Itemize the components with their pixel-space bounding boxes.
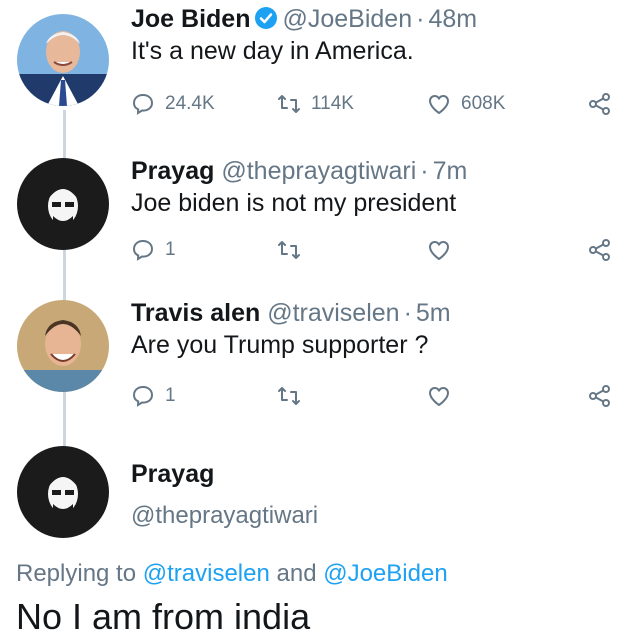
tweet-prayag: Prayag @theprayagtiwari · 7m Joe biden is … bbox=[131, 156, 630, 218]
reply-count: 1 bbox=[165, 385, 176, 406]
tweet-actions: 1 bbox=[131, 238, 622, 266]
author-name[interactable]: Prayag bbox=[131, 157, 214, 185]
share-button[interactable] bbox=[588, 238, 622, 262]
share-button[interactable] bbox=[588, 384, 622, 408]
heart-icon bbox=[429, 95, 449, 114]
retweet-button[interactable]: 114K bbox=[277, 92, 354, 116]
mention-traviselen[interactable]: @traviselen bbox=[143, 560, 270, 587]
tweet-text: Are you Trump supporter ? bbox=[131, 331, 429, 359]
tweet-joe-biden: Joe Biden @JoeBiden · 48m It's a new day in… bbox=[131, 4, 630, 66]
avatar-travis-alen[interactable] bbox=[17, 300, 109, 392]
tweet-header: Prayag @theprayagtiwari · 7m bbox=[131, 156, 630, 186]
avatar-joe-biden[interactable] bbox=[17, 14, 109, 106]
reply-icon bbox=[132, 239, 154, 261]
tweet-text: It's a new day in America. bbox=[131, 37, 414, 65]
avatar-prayag-reply[interactable] bbox=[17, 446, 109, 538]
author-handle[interactable]: @traviselen bbox=[267, 299, 399, 327]
avatar-prayag[interactable] bbox=[17, 158, 109, 250]
tweet-header: Joe Biden @JoeBiden · 48m bbox=[131, 4, 630, 34]
reply-count: 24.4K bbox=[165, 93, 215, 114]
tweet-time[interactable]: 5m bbox=[416, 299, 451, 327]
tweet-text: Joe biden is not my president bbox=[131, 189, 457, 217]
like-button[interactable] bbox=[427, 384, 461, 408]
tweet-time[interactable]: 48m bbox=[428, 5, 477, 33]
like-button[interactable] bbox=[427, 238, 461, 262]
reply-button[interactable]: 24.4K bbox=[131, 92, 215, 116]
retweet-count: 114K bbox=[311, 93, 354, 114]
replying-and: and bbox=[276, 560, 317, 587]
tweet-time[interactable]: 7m bbox=[433, 157, 468, 185]
heart-icon bbox=[429, 387, 449, 406]
tweet-actions: 24.4K 114K 608K bbox=[131, 92, 622, 120]
retweet-button[interactable] bbox=[277, 238, 311, 262]
author-handle[interactable]: @JoeBiden bbox=[282, 5, 412, 33]
reply-icon bbox=[132, 93, 154, 115]
heart-icon bbox=[429, 241, 449, 260]
reply-count: 1 bbox=[165, 239, 176, 260]
reply-author-handle[interactable]: @theprayagtiwari bbox=[131, 502, 318, 530]
separator-dot: · bbox=[416, 5, 425, 33]
like-count: 608K bbox=[461, 93, 506, 114]
tweet-header: Travis alen @traviselen · 5m bbox=[131, 298, 630, 328]
retweet-icon bbox=[278, 241, 300, 259]
share-button[interactable] bbox=[588, 92, 622, 116]
tweet-actions: 1 bbox=[131, 384, 622, 412]
retweet-icon bbox=[278, 387, 300, 405]
retweet-button[interactable] bbox=[277, 384, 311, 408]
replying-prefix: Replying to bbox=[16, 560, 137, 587]
share-icon bbox=[589, 239, 610, 261]
retweet-icon bbox=[278, 95, 300, 113]
share-icon bbox=[589, 385, 610, 407]
share-icon bbox=[589, 93, 610, 115]
replying-to-line: Replying to @traviselen and @JoeBiden bbox=[16, 560, 448, 588]
reply-tweet-text: No I am from india bbox=[16, 596, 311, 637]
tweet-travis-alen: Travis alen @traviselen · 5m Are you Trump… bbox=[131, 298, 630, 360]
reply-button[interactable]: 1 bbox=[131, 384, 176, 408]
mention-joebiden[interactable]: @JoeBiden bbox=[323, 560, 447, 587]
author-handle[interactable]: @theprayagtiwari bbox=[221, 157, 416, 185]
reply-icon bbox=[132, 385, 154, 407]
verified-badge-icon bbox=[255, 7, 278, 29]
separator-dot: · bbox=[403, 299, 412, 327]
like-button[interactable]: 608K bbox=[427, 92, 505, 116]
reply-button[interactable]: 1 bbox=[131, 238, 176, 262]
author-name[interactable]: Joe Biden bbox=[131, 5, 250, 33]
author-name[interactable]: Travis alen bbox=[131, 299, 260, 327]
separator-dot: · bbox=[420, 157, 429, 185]
reply-author-name[interactable]: Prayag bbox=[131, 460, 214, 489]
